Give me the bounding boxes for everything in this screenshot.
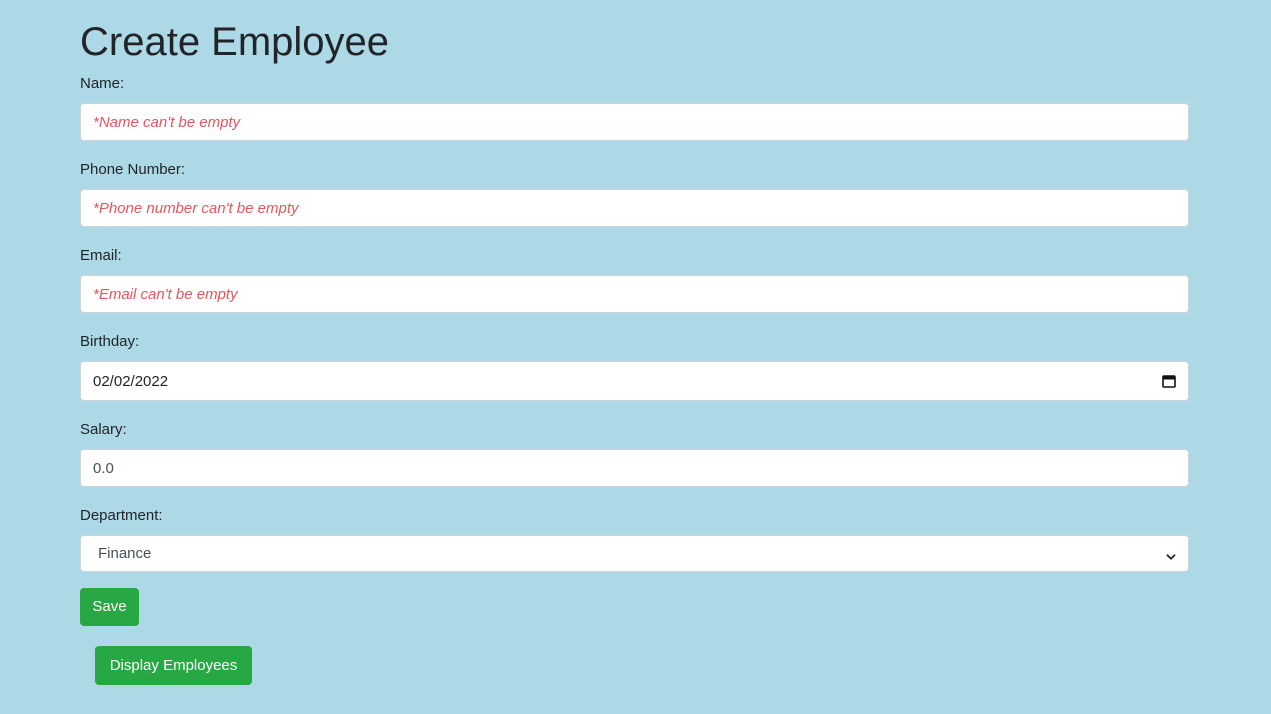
department-select[interactable]: Finance	[80, 535, 1189, 572]
salary-input[interactable]: 0.0	[80, 449, 1189, 487]
phone-label: Phone Number:	[80, 161, 186, 178]
phone-input[interactable]: *Phone number can't be empty	[80, 189, 1189, 227]
department-label: Department:	[80, 507, 163, 524]
salary-label: Salary:	[80, 421, 127, 438]
email-input[interactable]: *Email can't be empty	[80, 275, 1189, 313]
display-employees-button[interactable]: Display Employees	[95, 646, 252, 685]
birthday-label: Birthday:	[80, 333, 140, 350]
save-button[interactable]: Save	[80, 588, 139, 626]
name-label: Name:	[80, 75, 125, 92]
salary-value: 0.0	[93, 459, 114, 477]
email-placeholder: *Email can't be empty	[93, 285, 238, 303]
birthday-value: 02/02/2022	[93, 372, 169, 390]
department-selected: Finance	[98, 545, 152, 562]
chevron-down-icon	[1166, 549, 1176, 560]
phone-placeholder: *Phone number can't be empty	[93, 199, 299, 217]
email-label: Email:	[80, 247, 122, 264]
calendar-icon[interactable]	[1162, 374, 1176, 388]
birthday-date-input[interactable]: 02/02/2022	[80, 361, 1189, 401]
page-title: Create Employee	[80, 20, 390, 64]
name-placeholder: *Name can't be empty	[93, 113, 241, 131]
name-input[interactable]: *Name can't be empty	[80, 103, 1189, 141]
